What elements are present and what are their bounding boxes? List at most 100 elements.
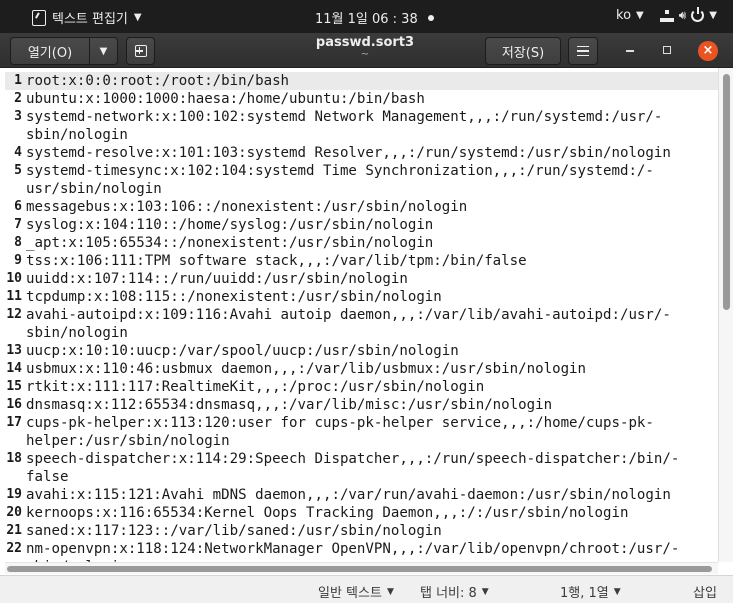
top-panel: 텍스트 편집기 ▼ 11월 1일 06 : 38 ko ▼ 🔊︎ ▼ xyxy=(0,0,733,33)
line-number xyxy=(5,126,25,144)
input-method-menu[interactable]: ko ▼ xyxy=(616,8,644,23)
header-bar: 열기(O) ▼ passwd.sort3 ~ 저장(S) × xyxy=(0,33,733,68)
tab-width-selector[interactable]: 탭 너비: 8 ▼ xyxy=(420,582,489,601)
line-number: 13 xyxy=(6,343,22,358)
code-line: 6 messagebus:x:103:106::/nonexistent:/usr… xyxy=(5,198,718,216)
line-text: ubuntu:x:1000:1000:haesa:/home/ubuntu:/b… xyxy=(26,91,425,107)
line-number: 7 xyxy=(14,217,22,232)
save-button[interactable]: 저장(S) xyxy=(485,37,561,65)
cursor-position-selector[interactable]: 1행, 1열 ▼ xyxy=(560,582,621,601)
line-number: 16 xyxy=(6,397,22,412)
close-button[interactable]: × xyxy=(698,41,718,61)
line-number: 10 xyxy=(6,271,22,286)
line-text: root:x:0:0:root:/root:/bin/bash xyxy=(26,73,290,89)
insert-mode-indicator: 삽입 xyxy=(693,582,717,601)
minimize-button[interactable] xyxy=(626,50,634,52)
code-line: 5 systemd-timesync:x:102:104:systemd Time… xyxy=(5,162,718,180)
line-text: rtkit:x:111:117:RealtimeKit,,,:/proc:/us… xyxy=(26,379,485,395)
line-number: 21 xyxy=(6,523,22,538)
new-document-button[interactable] xyxy=(126,37,155,65)
line-number: 4 xyxy=(14,145,22,160)
line-number xyxy=(5,468,25,486)
maximize-button[interactable] xyxy=(663,46,671,54)
line-text: sbin/nologin xyxy=(26,127,128,143)
code-line: 2 ubuntu:x:1000:1000:haesa:/home/ubuntu:/… xyxy=(5,90,718,108)
network-icon xyxy=(659,9,674,22)
language-selector[interactable]: 일반 텍스트 ▼ xyxy=(318,582,394,601)
horizontal-scrollbar[interactable] xyxy=(5,562,718,574)
code-line: 22 nm-openvpn:x:118:124:NetworkManager Op… xyxy=(5,540,718,558)
vertical-scroll-thumb[interactable] xyxy=(723,74,730,310)
status-bar: 일반 텍스트 ▼ 탭 너비: 8 ▼ 1행, 1열 ▼ 삽입 xyxy=(0,575,733,603)
code-line: 7 syslog:x:104:110::/home/syslog:/usr/sbi… xyxy=(5,216,718,234)
system-menu[interactable]: 🔊︎ ▼ xyxy=(659,7,717,23)
code-line: 10 uuidd:x:107:114::/run/uuidd:/usr/sbin/… xyxy=(5,270,718,288)
notification-dot-icon xyxy=(427,14,434,21)
code-line: sbin/nologin xyxy=(5,126,718,144)
line-number: 1 xyxy=(14,73,22,88)
line-text: messagebus:x:103:106::/nonexistent:/usr/… xyxy=(26,199,468,215)
input-method-label: ko xyxy=(616,8,632,23)
main-menu-button[interactable] xyxy=(568,37,598,65)
line-number xyxy=(5,324,25,342)
code-line: false xyxy=(5,468,718,486)
open-dropdown-button[interactable]: ▼ xyxy=(89,37,118,65)
line-text: false xyxy=(26,469,69,485)
language-label: 일반 텍스트 xyxy=(318,586,382,601)
line-number xyxy=(5,432,25,450)
system-tray: ko ▼ 🔊︎ ▼ xyxy=(616,7,717,23)
vertical-scrollbar[interactable] xyxy=(718,68,733,562)
code-line: 8 _apt:x:105:65534::/nonexistent:/usr/sbi… xyxy=(5,234,718,252)
line-text: usr/sbin/nologin xyxy=(26,181,162,197)
code-line: helper:/usr/sbin/nologin xyxy=(5,432,718,450)
code-line: 3 systemd-network:x:100:102:systemd Netwo… xyxy=(5,108,718,126)
open-button[interactable]: 열기(O) xyxy=(10,37,90,65)
caret-down-icon: ▼ xyxy=(481,586,489,597)
volume-icon: 🔊︎ xyxy=(678,8,687,22)
cursor-position-label: 1행, 1열 xyxy=(560,586,609,601)
code-line: 18 speech-dispatcher:x:114:29:Speech Disp… xyxy=(5,450,718,468)
horizontal-scroll-thumb[interactable] xyxy=(7,566,712,572)
code-line: 14 usbmux:x:110:46:usbmux daemon,,,:/var/… xyxy=(5,360,718,378)
line-number: 6 xyxy=(14,199,22,214)
code-line: 1 root:x:0:0:root:/root:/bin/bash xyxy=(5,72,718,90)
line-text: kernoops:x:116:65534:Kernel Oops Trackin… xyxy=(26,505,629,521)
line-text: uucp:x:10:10:uucp:/var/spool/uucp:/usr/s… xyxy=(26,343,459,359)
line-text: avahi-autoipd:x:109:116:Avahi autoip dae… xyxy=(26,307,671,323)
line-number: 3 xyxy=(14,109,22,124)
line-text: systemd-network:x:100:102:systemd Networ… xyxy=(26,109,663,125)
line-number: 2 xyxy=(14,91,22,106)
line-text: tcpdump:x:108:115::/nonexistent:/usr/sbi… xyxy=(26,289,442,305)
line-number: 9 xyxy=(14,253,22,268)
clock-label: 11월 1일 06 : 38 xyxy=(315,12,418,27)
clock[interactable]: 11월 1일 06 : 38 xyxy=(315,8,434,27)
app-menu-label: 텍스트 편집기 xyxy=(52,12,128,27)
line-text: _apt:x:105:65534::/nonexistent:/usr/sbin… xyxy=(26,235,434,251)
caret-down-icon: ▼ xyxy=(386,586,394,597)
line-text: uuidd:x:107:114::/run/uuidd:/usr/sbin/no… xyxy=(26,271,408,287)
app-menu[interactable]: 텍스트 편집기 ▼ xyxy=(32,8,142,27)
code-line: 17 cups-pk-helper:x:113:120:user for cups… xyxy=(5,414,718,432)
insert-mode-label: 삽입 xyxy=(693,586,717,601)
document-title: passwd.sort3 xyxy=(315,35,415,50)
line-text: saned:x:117:123::/var/lib/saned:/usr/sbi… xyxy=(26,523,442,539)
code-line: 19 avahi:x:115:121:Avahi mDNS daemon,,,:/… xyxy=(5,486,718,504)
code-line: 4 systemd-resolve:x:101:103:systemd Resol… xyxy=(5,144,718,162)
text-editor-area[interactable]: 1 root:x:0:0:root:/root:/bin/bash 2 ubuntu:… xyxy=(5,68,718,562)
caret-down-icon: ▼ xyxy=(133,12,142,23)
line-number: 19 xyxy=(6,487,22,502)
line-number: 18 xyxy=(6,451,22,466)
line-number: 12 xyxy=(6,307,22,322)
line-number: 14 xyxy=(6,361,22,376)
new-tab-icon xyxy=(134,45,147,57)
line-text: systemd-timesync:x:102:104:systemd Time … xyxy=(26,163,654,179)
line-text: cups-pk-helper:x:113:120:user for cups-p… xyxy=(26,415,654,431)
tab-width-label: 탭 너비: 8 xyxy=(420,586,477,601)
line-text: sbin/nologin xyxy=(26,325,128,341)
line-text: helper:/usr/sbin/nologin xyxy=(26,433,230,449)
caret-down-icon: ▼ xyxy=(636,10,644,21)
line-text: syslog:x:104:110::/home/syslog:/usr/sbin… xyxy=(26,217,434,233)
code-line: sbin/nologin xyxy=(5,324,718,342)
code-line: 12 avahi-autoipd:x:109:116:Avahi autoip d… xyxy=(5,306,718,324)
caret-down-icon: ▼ xyxy=(613,586,621,597)
